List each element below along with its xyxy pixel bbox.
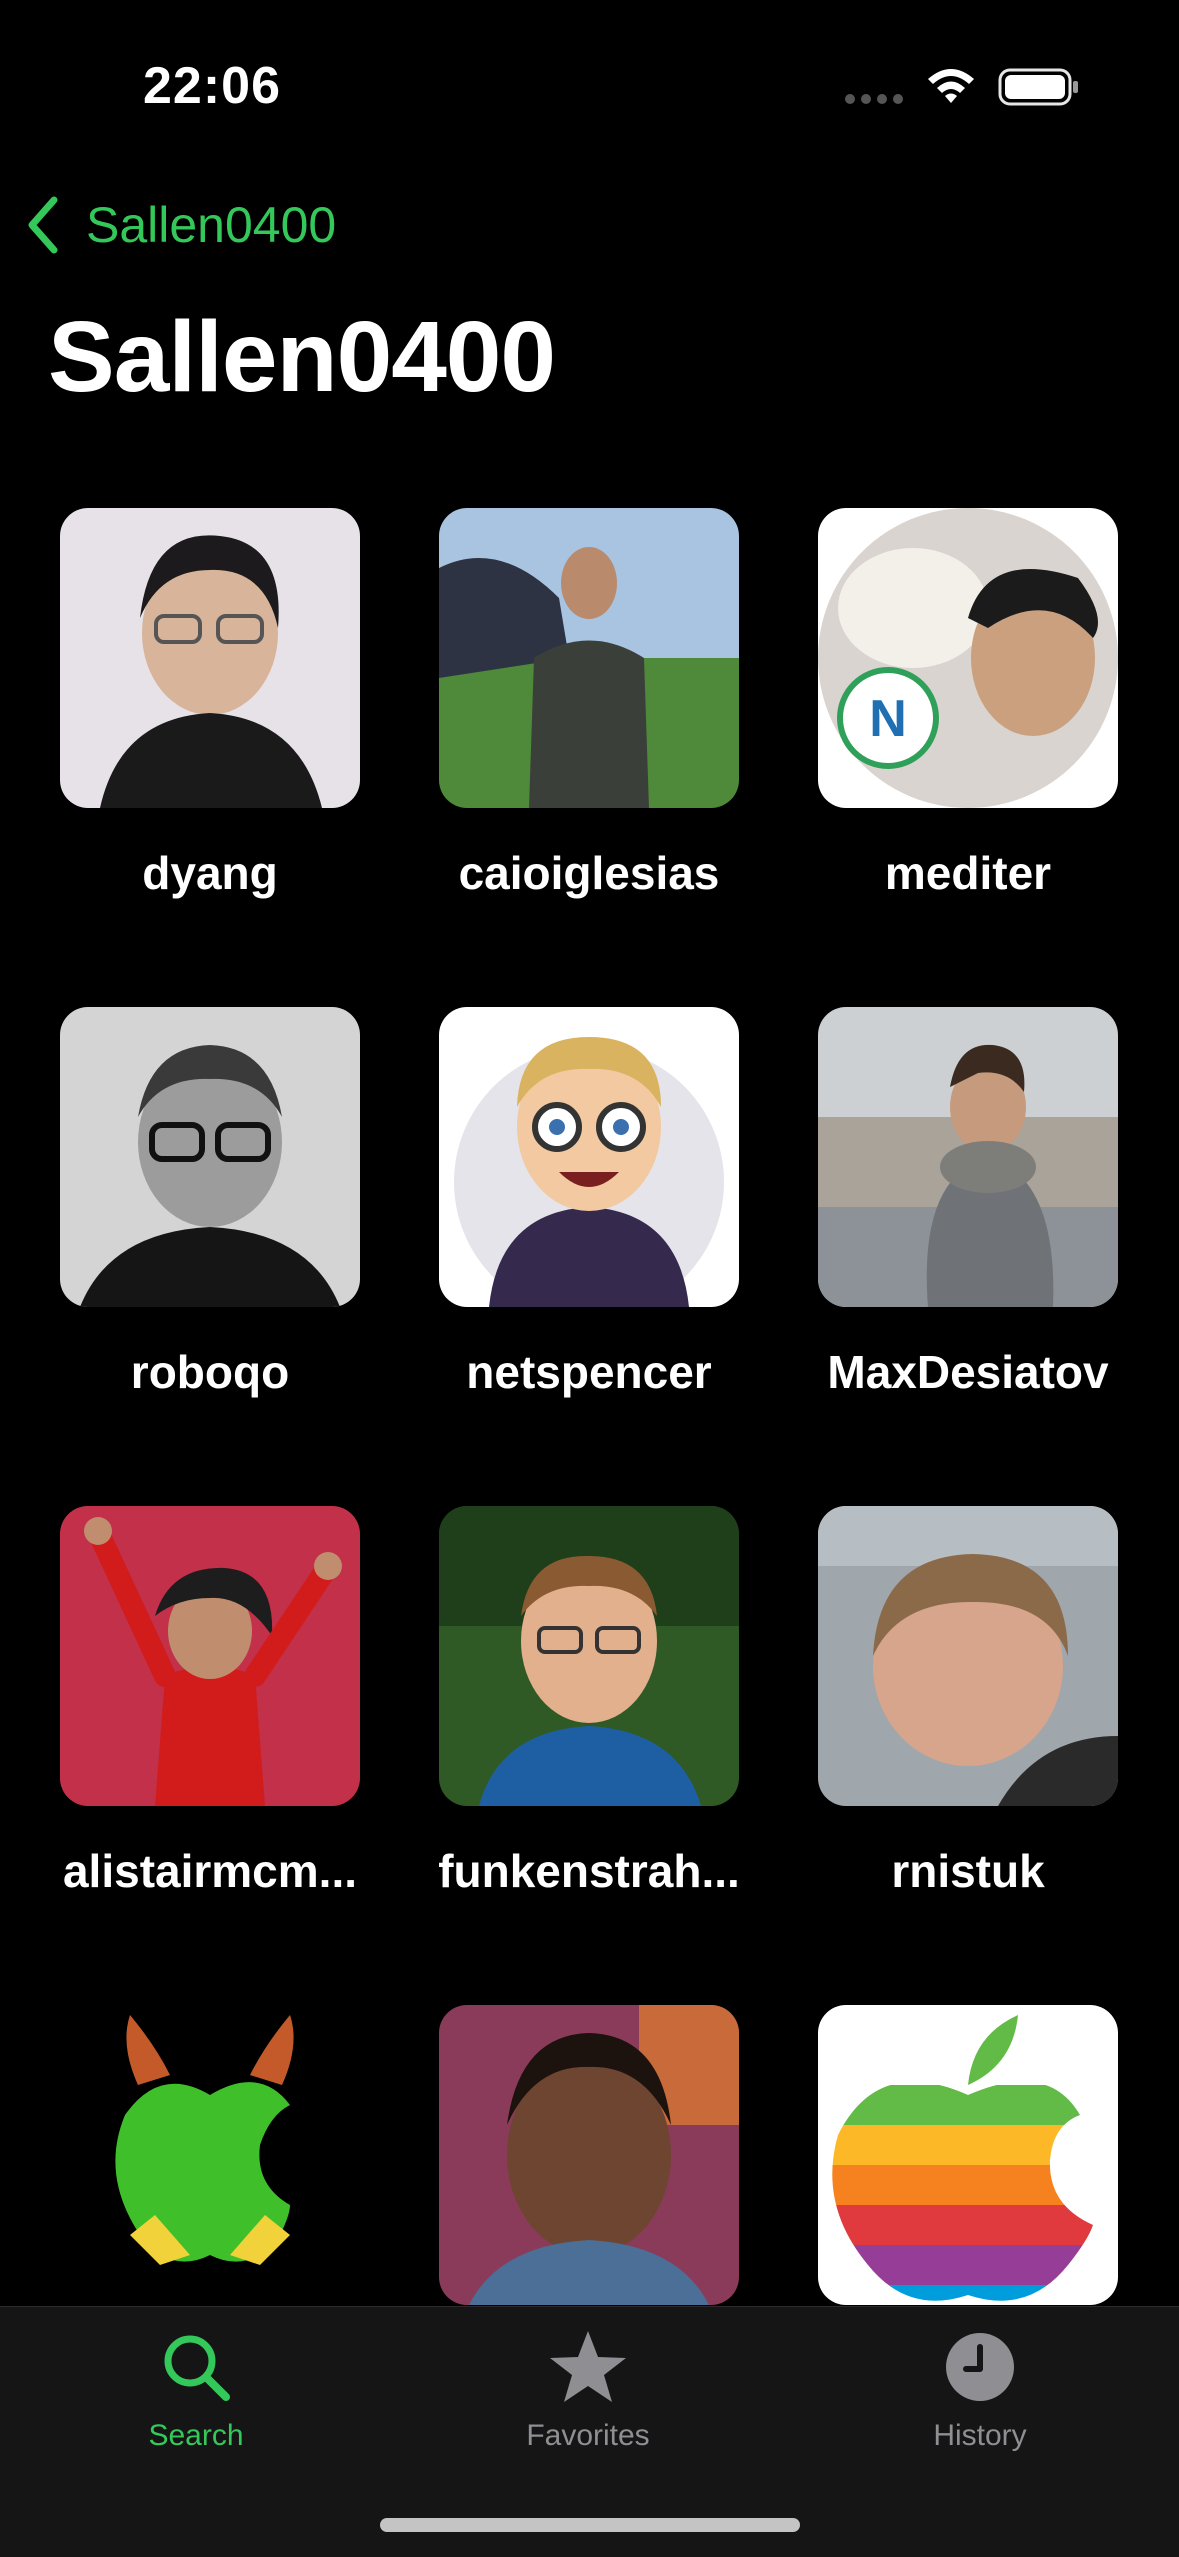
tab-search[interactable]: Search bbox=[76, 2327, 316, 2453]
status-bar: 22:06 bbox=[0, 0, 1179, 160]
user-cell[interactable]: rnistuk bbox=[818, 1506, 1118, 1898]
star-icon bbox=[550, 2331, 626, 2402]
magnifier-icon bbox=[164, 2335, 230, 2401]
home-indicator bbox=[380, 2518, 800, 2532]
user-avatar[interactable]: N bbox=[818, 508, 1118, 808]
user-login: roboqo bbox=[130, 1346, 290, 1398]
chevron-left-icon bbox=[28, 196, 58, 254]
user-avatar[interactable] bbox=[818, 2005, 1118, 2305]
user-cell[interactable]: funkenstrah... bbox=[438, 1506, 740, 1898]
clock-icon bbox=[946, 2333, 1014, 2401]
user-avatar[interactable] bbox=[60, 508, 360, 808]
user-login: caioiglesias bbox=[458, 847, 720, 899]
user-avatar[interactable] bbox=[60, 2005, 360, 2305]
user-cell[interactable]: roboqo bbox=[60, 1007, 360, 1399]
user-avatar[interactable] bbox=[818, 1506, 1118, 1806]
tab-label: Search bbox=[148, 2419, 244, 2452]
user-login: alistairmcm... bbox=[62, 1845, 358, 1897]
user-login: funkenstrah... bbox=[438, 1845, 740, 1897]
user-cell[interactable] bbox=[439, 2005, 739, 2305]
user-avatar[interactable] bbox=[439, 1007, 739, 1307]
user-cell[interactable]: MaxDesiatov bbox=[818, 1007, 1118, 1399]
user-login: dyang bbox=[142, 847, 278, 899]
tab-label: History bbox=[933, 2419, 1027, 2452]
user-avatar[interactable] bbox=[60, 1007, 360, 1307]
user-avatar[interactable] bbox=[439, 1506, 739, 1806]
user-cell[interactable]: alistairmcm... bbox=[60, 1506, 360, 1898]
user-cell[interactable]: caioiglesias bbox=[439, 508, 739, 900]
back-button[interactable]: Sallen0400 bbox=[22, 190, 336, 260]
tab-label: Favorites bbox=[526, 2419, 650, 2452]
user-login: mediter bbox=[884, 847, 1052, 899]
user-cell[interactable] bbox=[60, 2005, 360, 2305]
tab-history[interactable]: History bbox=[860, 2327, 1100, 2453]
user-avatar[interactable] bbox=[439, 2005, 739, 2305]
svg-text:N: N bbox=[869, 690, 907, 748]
user-cell[interactable]: netspencer bbox=[439, 1007, 739, 1399]
battery-icon bbox=[998, 68, 1078, 106]
user-login: netspencer bbox=[466, 1346, 712, 1398]
user-login: rnistuk bbox=[891, 1845, 1045, 1897]
user-avatar[interactable] bbox=[818, 1007, 1118, 1307]
back-label: Sallen0400 bbox=[86, 197, 337, 253]
user-cell[interactable] bbox=[818, 2005, 1118, 2305]
user-login: MaxDesiatov bbox=[827, 1346, 1109, 1398]
user-cell[interactable]: N mediter bbox=[818, 508, 1118, 900]
tab-favorites[interactable]: Favorites bbox=[468, 2327, 708, 2453]
user-avatar[interactable] bbox=[60, 1506, 360, 1806]
wifi-icon bbox=[928, 69, 974, 103]
status-time: 22:06 bbox=[143, 57, 281, 115]
user-cell[interactable]: dyang bbox=[60, 508, 360, 900]
user-avatar[interactable] bbox=[439, 508, 739, 808]
page-title: Sallen0400 bbox=[48, 301, 556, 413]
cellular-signal-icon bbox=[845, 94, 905, 106]
